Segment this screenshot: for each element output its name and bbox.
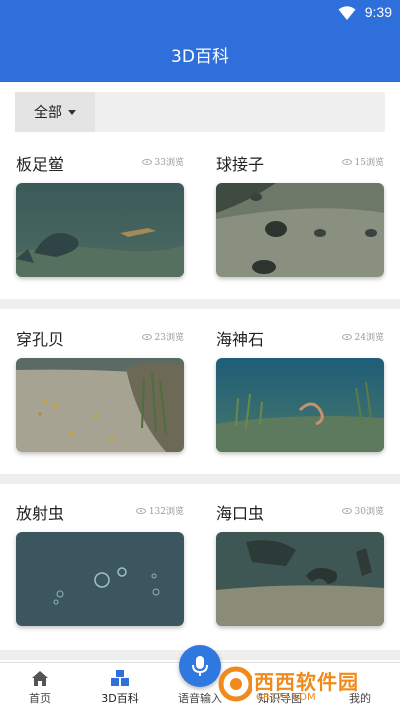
species-thumbnail[interactable]: [216, 183, 384, 277]
watermark-logo: 西西软件园 CR173.COM: [218, 664, 398, 708]
row-divider: [0, 299, 400, 309]
wifi-icon: [338, 6, 356, 20]
filter-bar: 全部: [15, 92, 385, 132]
tab-label: 3D百科: [101, 692, 139, 705]
species-card[interactable]: 海口虫 30浏览: [216, 494, 384, 634]
species-card[interactable]: 放射虫 132浏览: [16, 494, 184, 634]
category-dropdown-label: 全部: [34, 105, 62, 121]
caret-down-icon: [68, 109, 76, 115]
species-name: 球接子: [216, 155, 265, 174]
tab-label: 首页: [29, 692, 51, 705]
watermark-emblem: [218, 666, 254, 702]
grid-row: 板足鲎 33浏览 球接子 15浏览: [0, 145, 400, 299]
species-name: 放射虫: [16, 504, 65, 523]
species-name: 穿孔贝: [16, 330, 65, 349]
eye-icon: [141, 158, 152, 165]
view-count: 33浏览: [141, 155, 184, 168]
row-divider: [0, 474, 400, 484]
tab-3d-encyclopedia[interactable]: 3D百科: [80, 663, 160, 710]
status-time: 9:39: [364, 4, 392, 20]
status-bar: 9:39: [0, 0, 400, 26]
species-card[interactable]: 球接子 15浏览: [216, 145, 384, 285]
view-count: 24浏览: [341, 330, 384, 343]
voice-input-button[interactable]: [179, 645, 221, 687]
mic-icon: [192, 656, 208, 676]
tab-label: 语音输入: [178, 692, 222, 705]
eye-icon: [135, 507, 146, 514]
app-bar: 3D百科: [0, 26, 400, 82]
species-thumbnail[interactable]: [216, 532, 384, 626]
cubes-icon: [111, 670, 129, 686]
home-icon: [32, 671, 48, 686]
species-card[interactable]: 海神石 24浏览: [216, 320, 384, 460]
tab-home[interactable]: 首页: [0, 663, 80, 710]
species-thumbnail[interactable]: [16, 532, 184, 626]
category-dropdown[interactable]: 全部: [15, 92, 95, 132]
eye-icon: [341, 158, 352, 165]
view-count: 15浏览: [341, 155, 384, 168]
species-name: 海口虫: [216, 504, 265, 523]
grid-row: 放射虫 132浏览 海口虫 30浏览: [0, 494, 400, 648]
grid-row: 穿孔贝 23浏览 海神石 24浏览: [0, 320, 400, 474]
view-count: 30浏览: [341, 504, 384, 517]
species-card[interactable]: 穿孔贝 23浏览: [16, 320, 184, 460]
species-thumbnail[interactable]: [216, 358, 384, 452]
eye-icon: [341, 507, 352, 514]
species-thumbnail[interactable]: [16, 183, 184, 277]
species-name: 板足鲎: [16, 155, 65, 174]
species-card[interactable]: 板足鲎 33浏览: [16, 145, 184, 285]
view-count: 23浏览: [141, 330, 184, 343]
species-name: 海神石: [216, 330, 265, 349]
eye-icon: [141, 333, 152, 340]
eye-icon: [341, 333, 352, 340]
species-thumbnail[interactable]: [16, 358, 184, 452]
page-title: 3D百科: [171, 46, 229, 67]
view-count: 132浏览: [135, 504, 184, 517]
